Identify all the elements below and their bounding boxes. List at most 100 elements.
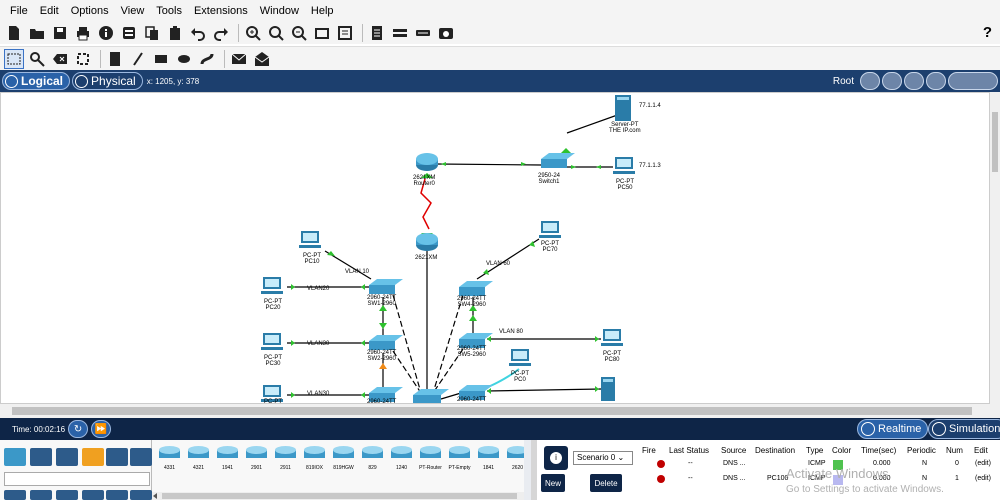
device-2620[interactable]: 2620 (504, 444, 524, 471)
power-cycle-icon[interactable]: ↻ (68, 420, 89, 438)
network-devices-icon[interactable] (4, 448, 26, 466)
device-4321[interactable]: 4321 (185, 444, 212, 471)
multilayer-switch-icon[interactable] (413, 389, 449, 404)
pc-icon[interactable] (509, 349, 531, 366)
delete-tool-icon[interactable] (50, 49, 70, 69)
tab-physical[interactable]: Physical (72, 72, 143, 90)
canvas-vertical-scrollbar[interactable] (990, 92, 1000, 404)
security-icon[interactable] (106, 490, 128, 500)
pc-icon[interactable] (261, 277, 283, 294)
menu-help[interactable]: Help (305, 5, 340, 17)
fast-forward-icon[interactable]: ⏩ (91, 420, 112, 438)
resize-icon[interactable] (73, 49, 93, 69)
note-tool-icon[interactable] (105, 49, 125, 69)
device-829[interactable]: 829 (359, 444, 386, 471)
connections-icon[interactable] (82, 448, 104, 466)
print-icon[interactable] (73, 23, 93, 43)
menu-edit[interactable]: Edit (34, 5, 65, 17)
miscellaneous-icon[interactable] (106, 448, 128, 466)
scroll-thumb[interactable] (162, 493, 517, 499)
router-icon[interactable] (416, 233, 438, 251)
switch-icon[interactable] (369, 279, 403, 294)
realtime-mode-button[interactable]: Realtime (857, 419, 929, 439)
save-icon[interactable] (50, 23, 70, 43)
device-2901[interactable]: 2901 (243, 444, 270, 471)
link-sw2-core[interactable] (392, 350, 422, 394)
pc-icon[interactable] (539, 221, 561, 238)
inspect-icon[interactable] (27, 49, 47, 69)
switch-template-icon[interactable] (413, 23, 433, 43)
hubs-icon[interactable] (56, 490, 78, 500)
menu-options[interactable]: Options (65, 5, 115, 17)
switch-icon[interactable] (369, 335, 403, 350)
multiuser-icon[interactable] (130, 448, 152, 466)
freeform-tool-icon[interactable] (197, 49, 217, 69)
device-category-search[interactable] (4, 472, 150, 486)
screenshot-icon[interactable] (436, 23, 456, 43)
canvas-horizontal-scrollbar[interactable] (0, 404, 1000, 418)
menu-extensions[interactable]: Extensions (188, 5, 254, 17)
complex-pdu-icon[interactable] (252, 49, 272, 69)
server-icon[interactable] (601, 377, 615, 401)
pdu-fire-icon[interactable] (657, 460, 665, 468)
device-template-icon[interactable] (390, 23, 410, 43)
pdu-edit-link[interactable]: (edit) (975, 475, 991, 482)
custom-device-icon[interactable] (335, 23, 355, 43)
device-819iox[interactable]: 819IOX (301, 444, 328, 471)
zoom-in-icon[interactable] (243, 23, 263, 43)
background-image-icon[interactable] (926, 72, 946, 90)
scroll-left-icon[interactable] (152, 493, 158, 499)
router-icon[interactable] (416, 153, 438, 171)
scenario-info-button[interactable]: i (544, 446, 568, 470)
zoom-reset-icon[interactable] (266, 23, 286, 43)
scenario-select[interactable]: Scenario 0 ⌄ (573, 451, 633, 465)
paste-icon[interactable] (165, 23, 185, 43)
network-info-icon[interactable] (119, 23, 139, 43)
link-sw4-core[interactable] (432, 294, 464, 394)
wireless-icon[interactable] (82, 490, 104, 500)
device-pt-router[interactable]: PT-Router (417, 444, 444, 471)
routers-icon[interactable] (4, 490, 26, 500)
pdu-fire-icon[interactable] (657, 475, 665, 483)
viewport-icon[interactable] (948, 72, 998, 90)
scroll-thumb[interactable] (12, 407, 972, 415)
switches-icon[interactable] (30, 490, 52, 500)
move-icon[interactable] (904, 72, 924, 90)
pc-icon[interactable] (299, 231, 321, 248)
help-button[interactable]: ? (983, 24, 992, 41)
link-sw6-server2[interactable] (486, 388, 602, 392)
zoom-out-icon[interactable] (289, 23, 309, 43)
line-tool-icon[interactable] (128, 49, 148, 69)
open-folder-icon[interactable] (27, 23, 47, 43)
pc-icon[interactable] (613, 157, 635, 174)
wan-emulation-icon[interactable] (130, 490, 152, 500)
device-1240[interactable]: 1240 (388, 444, 415, 471)
redo-icon[interactable] (211, 23, 231, 43)
end-devices-icon[interactable] (30, 448, 52, 466)
server-icon[interactable] (615, 95, 631, 121)
switch-icon[interactable] (541, 153, 575, 168)
panel-divider[interactable] (531, 440, 537, 500)
undo-icon[interactable] (188, 23, 208, 43)
device-1941[interactable]: 1941 (214, 444, 241, 471)
delete-scenario-button[interactable]: Delete (590, 474, 622, 492)
pc-icon[interactable] (601, 329, 623, 346)
device-1841[interactable]: 1841 (475, 444, 502, 471)
logical-workspace[interactable]: Server-PT THE IP.com 77.1.1.4 2950-24 Swit… (0, 92, 990, 404)
select-tool-icon[interactable] (4, 48, 24, 69)
notes-icon[interactable] (367, 23, 387, 43)
cluster-icon[interactable] (882, 72, 902, 90)
simple-pdu-icon[interactable] (229, 49, 249, 69)
menu-window[interactable]: Window (254, 5, 305, 17)
device-list-scrollbar[interactable] (152, 492, 524, 500)
pdu-edit-link[interactable]: (edit) (975, 460, 991, 467)
info-icon[interactable] (96, 23, 116, 43)
menu-tools[interactable]: Tools (150, 5, 188, 17)
menu-view[interactable]: View (115, 5, 151, 17)
tab-logical[interactable]: Logical (2, 72, 71, 90)
new-file-icon[interactable] (4, 23, 24, 43)
rectangle-tool-icon[interactable] (151, 49, 171, 69)
menu-file[interactable]: File (4, 5, 34, 17)
link-sw1-core[interactable] (392, 294, 422, 394)
back-icon[interactable] (860, 72, 880, 90)
